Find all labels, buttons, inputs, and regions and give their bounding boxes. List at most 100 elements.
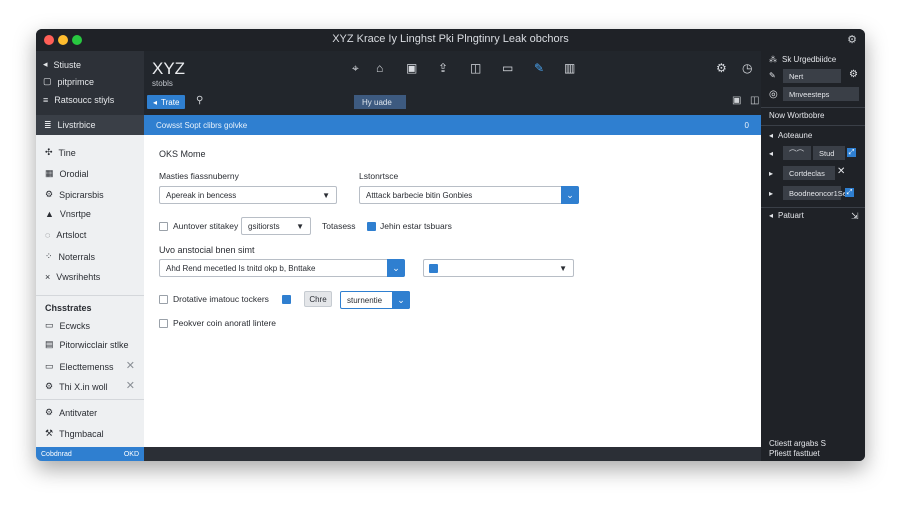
settings-icon[interactable]: ⚙ xyxy=(849,69,858,80)
inspector-field[interactable]: Cortdeclas xyxy=(783,166,835,180)
sidebar-header-label: Ratsoucc stiyls xyxy=(54,95,115,105)
divider xyxy=(761,207,865,208)
checkbox-label: Jehin estar tsbuars xyxy=(380,221,452,231)
upload-icon[interactable]: ⇪ xyxy=(438,61,448,75)
gear-icon: ⚙ xyxy=(45,407,54,417)
row5-input[interactable]: sturnentie ⌄ xyxy=(340,291,410,309)
inspector-field[interactable]: Boodneoncor1Se xyxy=(783,186,847,200)
chevron-down-icon: ⌄ xyxy=(561,186,579,204)
expand-icon[interactable]: ⤢ xyxy=(845,188,854,197)
sidebar-item[interactable]: ▲ Vnsrtpe xyxy=(45,209,91,219)
sidebar-item[interactable]: ◌ Artsloct xyxy=(45,230,86,240)
dots-icon: ⁘ xyxy=(45,251,53,261)
banner-count: 0 xyxy=(744,120,749,130)
chre-button[interactable]: Chre xyxy=(304,291,332,307)
tab-trate[interactable]: ◂ Trate xyxy=(147,95,186,109)
sidebar-header-item[interactable]: ◂ Stiuste xyxy=(43,59,81,70)
caret-down-icon: ▼ xyxy=(559,264,567,273)
close-icon[interactable]: ✕ xyxy=(126,359,135,372)
checkbox-checked[interactable] xyxy=(282,295,291,304)
sidebar-item[interactable]: ✣ Tine xyxy=(45,147,76,158)
filter-icon[interactable]: ⇲ xyxy=(851,211,859,222)
field-label: Masties fiassnuberny xyxy=(159,171,239,181)
tab-hy-uade[interactable]: Hy uade xyxy=(354,95,406,109)
expand-icon[interactable]: ⤢ xyxy=(847,148,856,157)
sidebar-footer: Cobdnrad OKD xyxy=(36,447,144,461)
sidebar-item[interactable]: ⚙ Antitvater xyxy=(45,407,97,418)
checkbox-checked[interactable] xyxy=(429,263,438,273)
bike-icon[interactable]: ⚲ xyxy=(196,95,203,106)
inspector-header: ⁂ Sk Urgedbiidce xyxy=(769,55,837,64)
house-icon[interactable]: ⌂ xyxy=(376,61,383,75)
close-icon[interactable]: ✕ xyxy=(837,166,845,177)
clock-icon[interactable]: ◷ xyxy=(742,61,752,75)
sidebar-group-title: Chsstrates xyxy=(45,303,92,313)
field2-select[interactable]: Atttack barbecie bitin Gonbies ⌄ xyxy=(359,186,579,204)
inspector-footer-line: Pfiestt fasttuet xyxy=(769,449,820,458)
section-title: Uvo anstocial bnen simt xyxy=(159,245,255,255)
inspector-row[interactable]: ✎ xyxy=(769,71,776,80)
transform-icon[interactable]: ⌖ xyxy=(352,61,359,76)
divider xyxy=(761,107,865,108)
sidebar-item[interactable]: ⚒ Thgmbacal xyxy=(45,428,104,439)
sidebar-header-label: pitprimce xyxy=(57,76,95,87)
brush-icon: ✎ xyxy=(769,71,776,80)
layout-icon[interactable]: ▣ xyxy=(732,95,741,106)
back-arrow-icon: ◂ xyxy=(43,59,48,69)
inspector-panel: ⁂ Sk Urgedbiidce ✎ Nert ⚙ ◎ Mnveesteps N… xyxy=(761,51,865,461)
checkbox[interactable] xyxy=(159,319,168,328)
sidebar-item[interactable]: ▭ Electtemenss xyxy=(45,361,114,372)
field3-select[interactable]: Ahd Rend mecetled Is tnitd okp b, Bnttak… xyxy=(159,259,405,277)
sidebar-item[interactable]: ▭ Ecwcks xyxy=(45,320,90,331)
target-icon[interactable]: ◎ xyxy=(769,89,778,100)
wrench-icon: ⚒ xyxy=(45,428,54,438)
brush-icon[interactable]: ✎ xyxy=(534,61,544,75)
inspector-section[interactable]: ◂ Patuart xyxy=(769,211,804,220)
sidebar: ◂ Stiuste ▢ pitprimce ≡ Ratsoucc stiyls … xyxy=(36,51,144,461)
inspector-field[interactable]: Stud xyxy=(813,146,845,160)
sidebar-item[interactable]: ⁘ Noterrals xyxy=(45,251,95,262)
brand-subtitle: stobls xyxy=(152,79,173,88)
close-icon[interactable]: ✕ xyxy=(126,379,135,392)
back-arrow-icon: ◂ xyxy=(153,97,158,107)
sidebar-item[interactable]: ▦ Orodial xyxy=(45,168,89,179)
gear-icon: ⚙ xyxy=(45,189,54,199)
field4-select[interactable]: ▼ xyxy=(423,259,574,277)
section-title: OKS Mome xyxy=(159,149,206,159)
split-icon[interactable]: ◫ xyxy=(750,95,759,106)
sidebar-header-item[interactable]: ≡ Ratsoucc stiyls xyxy=(43,95,114,105)
row3-select[interactable]: gsitiorsts ▼ xyxy=(241,217,311,235)
sidebar-header-item[interactable]: ▢ pitprimce xyxy=(43,76,94,87)
sidebar-item[interactable]: ⚙ Spicrarsbis xyxy=(45,189,104,200)
battery-icon[interactable]: ▭ xyxy=(502,61,513,75)
checkbox-checked[interactable] xyxy=(367,222,376,231)
inspector-section[interactable]: ◂ Aoteaune xyxy=(769,131,812,140)
inspector-field[interactable]: Nert xyxy=(783,69,841,83)
caret-icon: ◂ xyxy=(769,149,774,158)
field-label: Lstonrtsce xyxy=(359,171,399,181)
sidebar-item[interactable]: × Vwsrihehts xyxy=(45,272,100,282)
checkbox[interactable] xyxy=(159,222,168,231)
circle-icon: ◌ xyxy=(45,230,51,240)
caret-icon: ▸ xyxy=(769,189,774,198)
divider xyxy=(761,125,865,126)
puzzle-icon[interactable]: ⚙ xyxy=(847,33,857,46)
settings-icon[interactable]: ⚙ xyxy=(716,61,727,75)
ok-button[interactable]: OKD xyxy=(124,451,139,458)
sidebar-item[interactable]: ⚙ Thi X.in woll xyxy=(45,381,108,392)
sidebar-item[interactable]: ▤ Pitorwicclair stlke xyxy=(45,339,129,350)
inspector-footer-line: Ctiestt argabs S xyxy=(769,439,826,448)
caret-down-icon: ▼ xyxy=(296,222,304,231)
checkbox[interactable] xyxy=(159,295,168,304)
link-field[interactable]: ⌒⌒ xyxy=(783,146,811,160)
inspector-field[interactable]: Mnveesteps xyxy=(783,87,859,101)
field1-select[interactable]: Apereak in bencess ▼ xyxy=(159,186,337,204)
panel-icon[interactable]: ◫ xyxy=(470,61,481,75)
caret-icon: ◂ xyxy=(769,211,774,220)
caret-down-icon: ▼ xyxy=(322,191,330,200)
checkbox-label: Peokver coin anoratl lintere xyxy=(173,318,277,328)
pin-icon: ⁂ xyxy=(769,55,777,64)
window-icon[interactable]: ▣ xyxy=(406,61,417,75)
columns-icon[interactable]: ▥ xyxy=(564,61,575,75)
form-panel: OKS Mome Masties fiassnuberny Apereak in… xyxy=(144,135,761,447)
